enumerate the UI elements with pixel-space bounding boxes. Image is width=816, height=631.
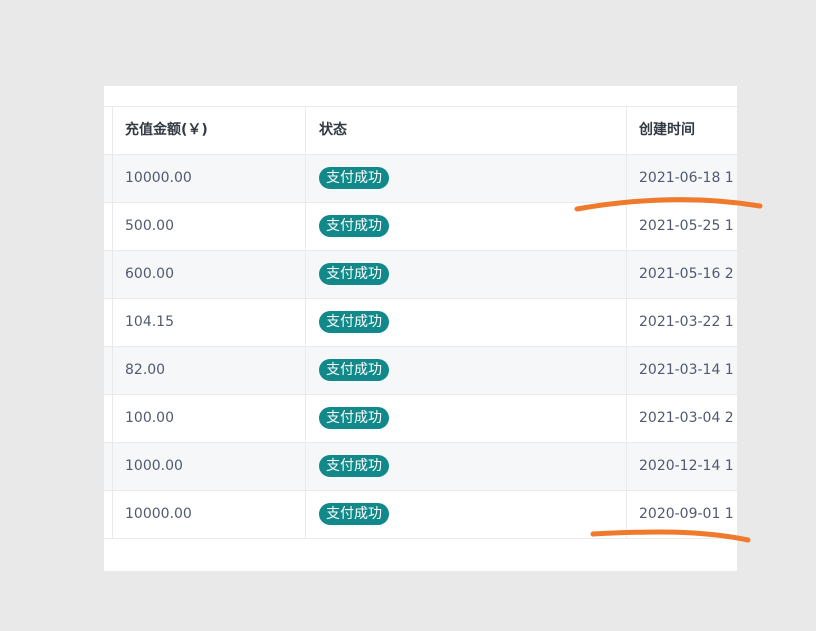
status-cell: 支付成功: [306, 251, 627, 298]
selection-cell-edge: [104, 395, 113, 442]
status-badge: 支付成功: [319, 503, 389, 525]
table-row[interactable]: 1000.00 支付成功 2020-12-14 1: [104, 443, 737, 491]
status-badge: 支付成功: [319, 215, 389, 237]
created-time-cell: 2021-05-25 1: [639, 218, 734, 234]
header-created-time[interactable]: 创建时间: [627, 107, 737, 154]
selection-cell-edge: [104, 443, 113, 490]
table-row[interactable]: 600.00 支付成功 2021-05-16 2: [104, 251, 737, 299]
status-badge: 支付成功: [319, 455, 389, 477]
status-cell: 支付成功: [306, 155, 627, 202]
table-row[interactable]: 10000.00 支付成功 2020-09-01 1: [104, 491, 737, 539]
created-time-cell: 2020-09-01 1: [639, 506, 734, 522]
table-row[interactable]: 500.00 支付成功 2021-05-25 1: [104, 203, 737, 251]
status-cell: 支付成功: [306, 347, 627, 394]
amount-cell: 500.00: [113, 203, 306, 250]
amount-cell: 104.15: [113, 299, 306, 346]
selection-cell-edge: [104, 155, 113, 202]
selection-cell-edge: [104, 491, 113, 538]
selection-cell-edge: [104, 299, 113, 346]
selection-cell-edge: [104, 251, 113, 298]
table-body: 10000.00 支付成功 2021-06-18 1 500.00 支付成功 2021-0…: [104, 155, 737, 539]
table-header-row: 充值金额(￥) 状态 创建时间: [104, 107, 737, 155]
recharge-table: 充值金额(￥) 状态 创建时间 10000.00 支付成功 2021-06-18 1…: [104, 106, 737, 539]
created-time-cell: 2020-12-14 1: [639, 458, 734, 474]
status-cell: 支付成功: [306, 299, 627, 346]
status-cell: 支付成功: [306, 491, 627, 538]
created-time-cell: 2021-03-04 2: [639, 410, 734, 426]
created-time-cell: 2021-06-18 1: [639, 170, 734, 186]
status-badge: 支付成功: [319, 359, 389, 381]
header-status[interactable]: 状态: [306, 107, 627, 154]
amount-cell: 100.00: [113, 395, 306, 442]
table-row[interactable]: 82.00 支付成功 2021-03-14 1: [104, 347, 737, 395]
amount-cell: 10000.00: [113, 491, 306, 538]
selection-cell-edge: [104, 203, 113, 250]
amount-cell: 10000.00: [113, 155, 306, 202]
status-badge: 支付成功: [319, 167, 389, 189]
created-time-cell: 2021-03-14 1: [639, 362, 734, 378]
table-row[interactable]: 104.15 支付成功 2021-03-22 1: [104, 299, 737, 347]
status-badge: 支付成功: [319, 407, 389, 429]
status-cell: 支付成功: [306, 395, 627, 442]
status-cell: 支付成功: [306, 203, 627, 250]
amount-cell: 82.00: [113, 347, 306, 394]
amount-cell: 1000.00: [113, 443, 306, 490]
status-cell: 支付成功: [306, 443, 627, 490]
table-row[interactable]: 10000.00 支付成功 2021-06-18 1: [104, 155, 737, 203]
status-badge: 支付成功: [319, 311, 389, 333]
selection-cell-edge: [104, 347, 113, 394]
created-time-cell: 2021-05-16 2: [639, 266, 734, 282]
header-amount[interactable]: 充值金额(￥): [113, 107, 306, 154]
selection-column-edge: [104, 107, 113, 154]
created-time-cell: 2021-03-22 1: [639, 314, 734, 330]
table-row[interactable]: 100.00 支付成功 2021-03-04 2: [104, 395, 737, 443]
amount-cell: 600.00: [113, 251, 306, 298]
status-badge: 支付成功: [319, 263, 389, 285]
recharge-records-panel: 充值金额(￥) 状态 创建时间 10000.00 支付成功 2021-06-18 1…: [104, 86, 737, 571]
